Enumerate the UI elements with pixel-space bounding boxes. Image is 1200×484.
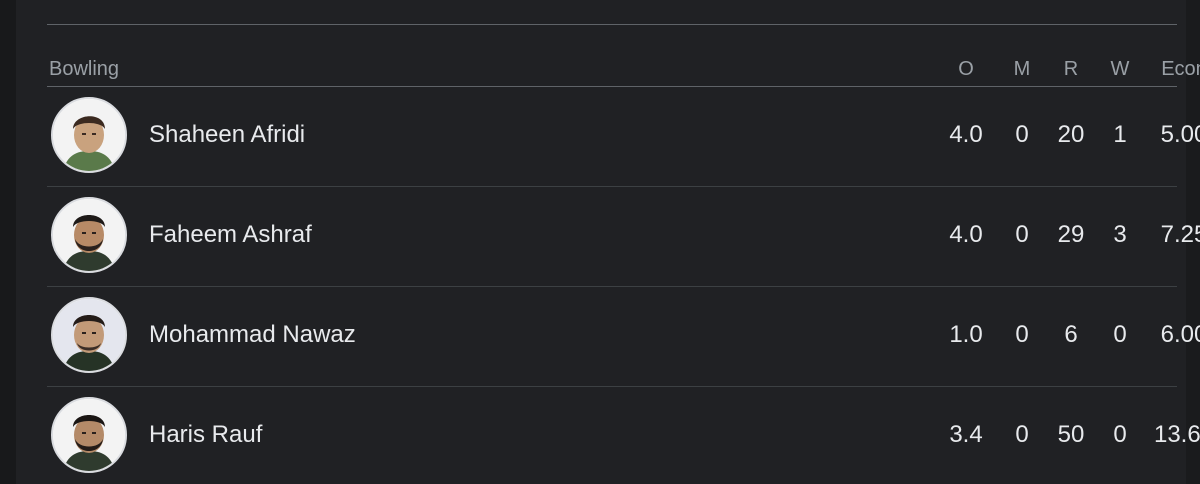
avatar[interactable]	[51, 297, 127, 373]
table-row[interactable]: Haris Rauf 3.4 0 50 0 13.64	[47, 387, 1200, 484]
bowling-table-header: Bowling O M R W Econ	[47, 56, 1200, 86]
avatar[interactable]	[51, 97, 127, 173]
bowling-title: Bowling	[49, 58, 120, 80]
player-photo-icon	[53, 199, 125, 271]
column-header-economy: Econ	[1161, 58, 1200, 80]
wickets-value: 1	[1113, 121, 1127, 148]
overs-value: 4.0	[949, 121, 983, 148]
player-name[interactable]: Faheem Ashraf	[149, 221, 312, 249]
wickets-value: 0	[1113, 321, 1127, 348]
player-name[interactable]: Haris Rauf	[149, 421, 262, 449]
economy-value: 5.00	[1160, 121, 1200, 148]
top-divider	[47, 24, 1177, 25]
column-header-overs: O	[958, 58, 974, 80]
overs-value: 1.0	[949, 321, 983, 348]
player-name[interactable]: Shaheen Afridi	[149, 121, 305, 149]
economy-value: 7.25	[1160, 221, 1200, 248]
wickets-value: 0	[1113, 421, 1127, 448]
table-row[interactable]: Mohammad Nawaz 1.0 0 6 0 6.00	[47, 287, 1200, 387]
left-panel-edge	[0, 0, 16, 484]
table-row[interactable]: Shaheen Afridi 4.0 0 20 1 5.00	[47, 87, 1200, 187]
overs-value: 4.0	[949, 221, 983, 248]
avatar[interactable]	[51, 397, 127, 473]
avatar[interactable]	[51, 197, 127, 273]
bowling-scorecard-page: Bowling O M R W Econ Shaheen Afridi 4.0 …	[0, 0, 1200, 484]
table-row[interactable]: Faheem Ashraf 4.0 0 29 3 7.25	[47, 187, 1200, 287]
economy-value: 13.64	[1153, 421, 1200, 448]
overs-value: 3.4	[949, 421, 983, 448]
player-photo-icon	[53, 299, 125, 371]
wickets-value: 3	[1113, 221, 1127, 248]
economy-value: 6.00	[1160, 321, 1200, 348]
player-photo-icon	[53, 99, 125, 171]
player-name[interactable]: Mohammad Nawaz	[149, 321, 356, 349]
column-header-wickets: W	[1110, 58, 1130, 80]
player-photo-icon	[53, 399, 125, 471]
